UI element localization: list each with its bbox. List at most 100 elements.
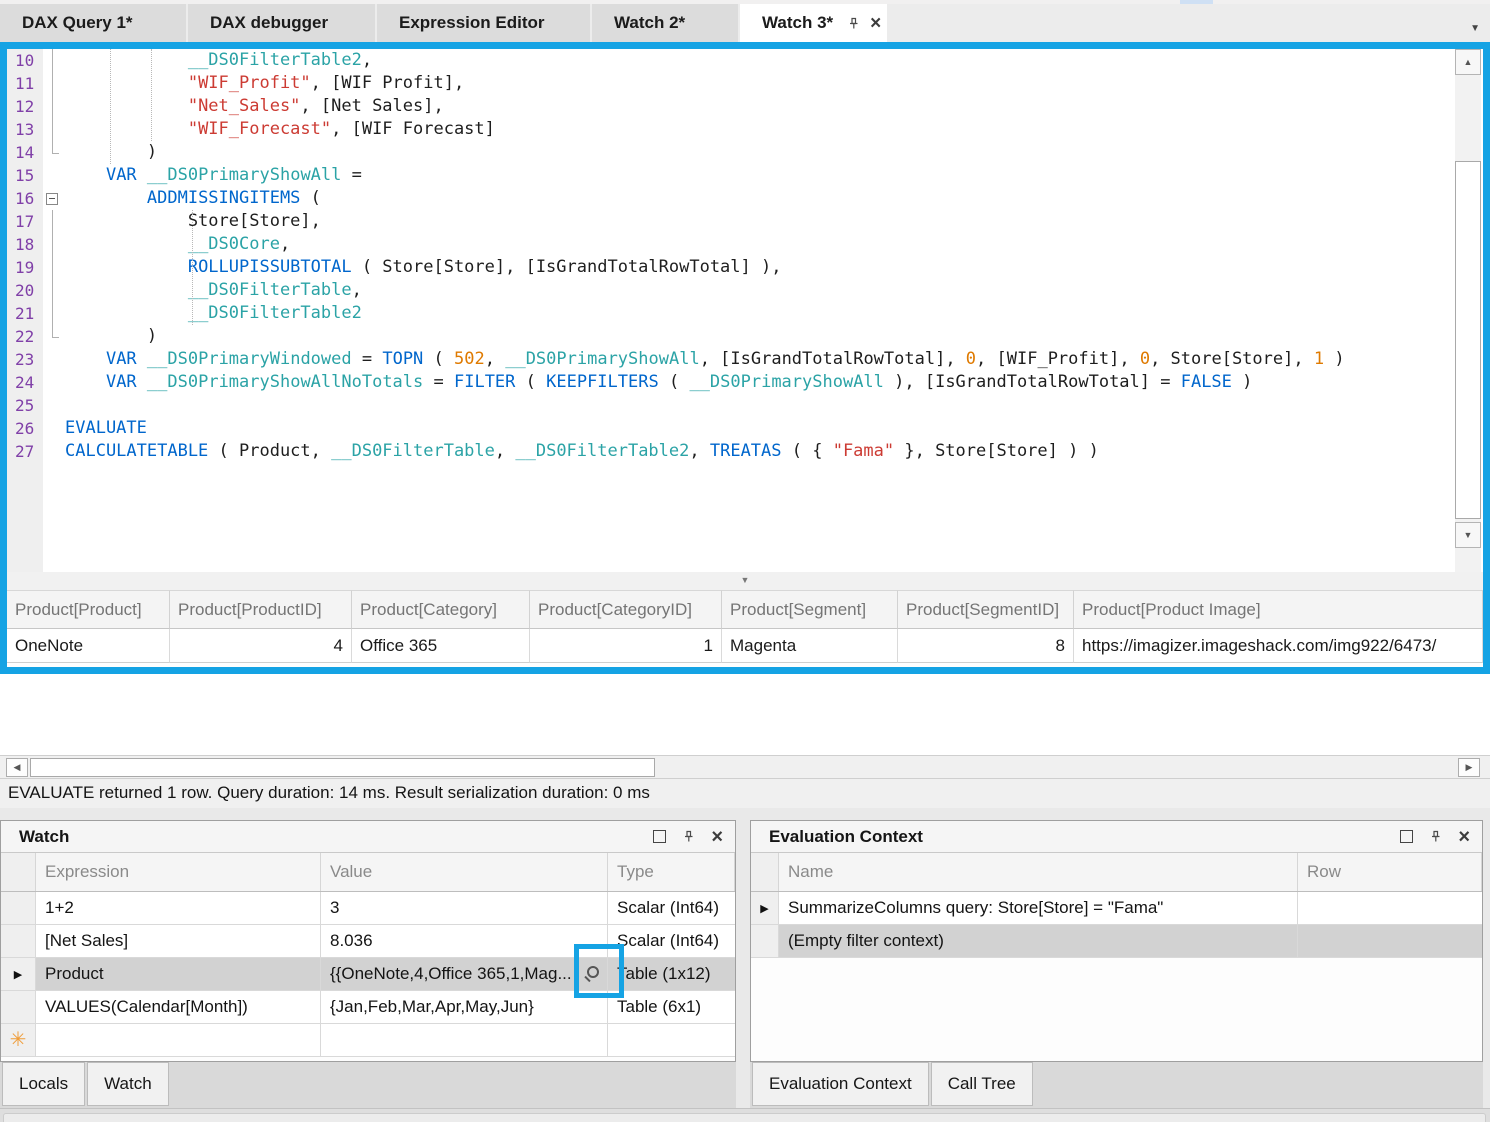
code-segment: , [WIF Forecast] — [331, 119, 495, 139]
line-number: 12 — [7, 95, 43, 118]
ec-name-cell: SummarizeColumns query: Store[Store] = "… — [779, 892, 1298, 924]
watch-panel: Watch × ExpressionValueType 1+23Scalar (… — [0, 820, 736, 1062]
watch-value-cell[interactable]: {Jan,Feb,Mar,Apr,May,Jun} — [321, 991, 608, 1023]
results-column-header[interactable]: Product[ProductID] — [170, 590, 352, 629]
code-segment: VAR — [106, 165, 137, 185]
results-data-row[interactable]: OneNote4Office 3651Magenta8https://imagi… — [7, 629, 1483, 663]
watch-type-cell: Table (6x1) — [608, 991, 735, 1023]
window-bottom-inner-strip — [3, 1113, 1486, 1122]
row-indicator-header — [751, 853, 779, 891]
results-column-header[interactable]: Product[CategoryID] — [530, 590, 722, 629]
watch-column-header-value[interactable]: Value — [321, 853, 608, 891]
evaluation-context-row[interactable]: ▶SummarizeColumns query: Store[Store] = … — [751, 892, 1482, 925]
ec-name-cell: (Empty filter context) — [779, 925, 1298, 957]
code-segment: , — [352, 280, 362, 300]
code-segment: ) — [65, 326, 157, 346]
line-number: 26 — [7, 417, 43, 440]
window-position-icon[interactable] — [1400, 830, 1413, 843]
close-icon[interactable]: × — [711, 827, 723, 847]
ec-tab-call-tree[interactable]: Call Tree — [931, 1062, 1033, 1106]
watch-tab-watch[interactable]: Watch — [87, 1062, 169, 1106]
watch-column-header-type[interactable]: Type — [608, 853, 735, 891]
results-column-header[interactable]: Product[SegmentID] — [898, 590, 1074, 629]
watch-expression-cell[interactable]: [Net Sales] — [36, 925, 321, 957]
pin-icon[interactable] — [847, 17, 860, 30]
ec-column-header-row[interactable]: Row — [1298, 853, 1482, 891]
vertical-scrollbar-thumb[interactable] — [1455, 161, 1481, 519]
tab-dax-debugger[interactable]: DAX debugger — [188, 4, 375, 42]
code-segment: VAR — [106, 349, 137, 369]
window-position-icon[interactable] — [653, 830, 666, 843]
code-text: __DS0FilterTable, — [65, 279, 362, 302]
watch-expression-cell[interactable]: VALUES(Calendar[Month]) — [36, 991, 321, 1023]
code-segment: ( — [423, 349, 454, 369]
code-segment: , Store[Store], — [1150, 349, 1314, 369]
watch-expression-cell[interactable]: 1+2 — [36, 892, 321, 924]
row-indicator-cell — [1, 991, 36, 1023]
watch-row[interactable]: ▶Product{{OneNote,4,Office 365,1,Mag...T… — [1, 958, 735, 991]
results-cell: Office 365 — [352, 629, 530, 663]
code-text: VAR __DS0PrimaryWindowed = TOPN ( 502, _… — [65, 348, 1345, 371]
fold-gutter — [43, 440, 65, 463]
code-segment: "Fama" — [833, 441, 894, 461]
watch-expression-cell[interactable]: Product — [36, 958, 321, 990]
fold-marker[interactable] — [43, 187, 65, 210]
code-text: __DS0Core, — [65, 233, 290, 256]
results-horizontal-scrollbar[interactable]: ◀ ▶ — [0, 755, 1490, 778]
watch-value-cell[interactable]: 8.036 — [321, 925, 608, 957]
code-text: EVALUATE — [65, 417, 147, 440]
document-tabbar: DAX Query 1*DAX debugger Expression Edito… — [0, 4, 1490, 42]
code-segment: , — [689, 441, 709, 461]
scroll-right-icon[interactable]: ▶ — [1458, 758, 1480, 777]
fold-marker — [43, 302, 65, 325]
scroll-up-icon[interactable]: ▲ — [1455, 49, 1481, 75]
watch-tab-locals[interactable]: Locals — [2, 1062, 85, 1106]
results-column-header[interactable]: Product[Product Image] — [1074, 590, 1483, 629]
close-icon[interactable]: × — [1458, 827, 1470, 847]
ec-tab-evaluation-context[interactable]: Evaluation Context — [752, 1062, 929, 1106]
code-segment — [65, 349, 106, 369]
code-segment — [65, 96, 188, 116]
watch-value-cell[interactable] — [321, 1024, 608, 1056]
code-segment: __DS0PrimaryWindowed — [147, 349, 352, 369]
results-header-row: Product[Product]Product[ProductID]Produc… — [7, 590, 1483, 629]
watch-row[interactable]: VALUES(Calendar[Month]){Jan,Feb,Mar,Apr,… — [1, 991, 735, 1024]
tab-dax-query-1-[interactable]: DAX Query 1* — [0, 4, 186, 42]
scroll-down-icon[interactable]: ▼ — [1455, 522, 1481, 548]
results-splitter[interactable]: ▼ — [7, 572, 1483, 590]
code-segment: ROLLUPISSUBTOTAL — [188, 257, 352, 277]
code-line: 15 VAR __DS0PrimaryShowAll = — [7, 164, 1455, 187]
tab-watch-2-[interactable]: Watch 2* — [592, 4, 738, 42]
tab-watch-3-[interactable]: Watch 3*× — [740, 4, 887, 42]
code-segment — [65, 257, 188, 277]
results-column-header[interactable]: Product[Segment] — [722, 590, 898, 629]
pin-icon[interactable] — [682, 830, 695, 843]
dax-code-editor[interactable]: 10 __DS0FilterTable2,11 "WIF_Profit", [W… — [7, 49, 1483, 572]
watch-value-cell[interactable]: 3 — [321, 892, 608, 924]
pin-icon[interactable] — [1429, 830, 1442, 843]
watch-row[interactable]: [Net Sales]8.036Scalar (Int64) — [1, 925, 735, 958]
watch-expression-cell[interactable] — [36, 1024, 321, 1056]
close-icon[interactable]: × — [870, 14, 881, 33]
watch-row[interactable]: ✳ — [1, 1024, 735, 1057]
row-indicator-cell: ▶ — [1, 958, 36, 990]
fold-marker — [43, 118, 65, 141]
horizontal-scrollbar-thumb[interactable] — [30, 758, 655, 777]
scroll-left-icon[interactable]: ◀ — [6, 758, 28, 777]
code-segment: "Net_Sales" — [188, 96, 301, 116]
watch-row[interactable]: 1+23Scalar (Int64) — [1, 892, 735, 925]
watch-value-cell[interactable]: {{OneNote,4,Office 365,1,Mag... — [321, 958, 608, 990]
watch-column-header-expression[interactable]: Expression — [36, 853, 321, 891]
evaluation-context-panel: Evaluation Context × NameRow ▶SummarizeC… — [750, 820, 1483, 1062]
tab-list-dropdown-icon[interactable]: ▼ — [1470, 23, 1480, 34]
evaluation-context-row[interactable]: (Empty filter context) — [751, 925, 1482, 958]
tab-label: Expression Editor — [399, 13, 544, 33]
editor-vertical-scrollbar[interactable]: ▲ ▼ — [1455, 49, 1481, 572]
code-segment: __DS0FilterTable2 — [188, 50, 362, 70]
code-segment — [65, 303, 188, 323]
tab-expression-editor[interactable]: Expression Editor — [377, 4, 590, 42]
results-column-header[interactable]: Product[Product] — [7, 590, 170, 629]
code-text: Store[Store], — [65, 210, 321, 233]
ec-column-header-name[interactable]: Name — [779, 853, 1298, 891]
results-column-header[interactable]: Product[Category] — [352, 590, 530, 629]
